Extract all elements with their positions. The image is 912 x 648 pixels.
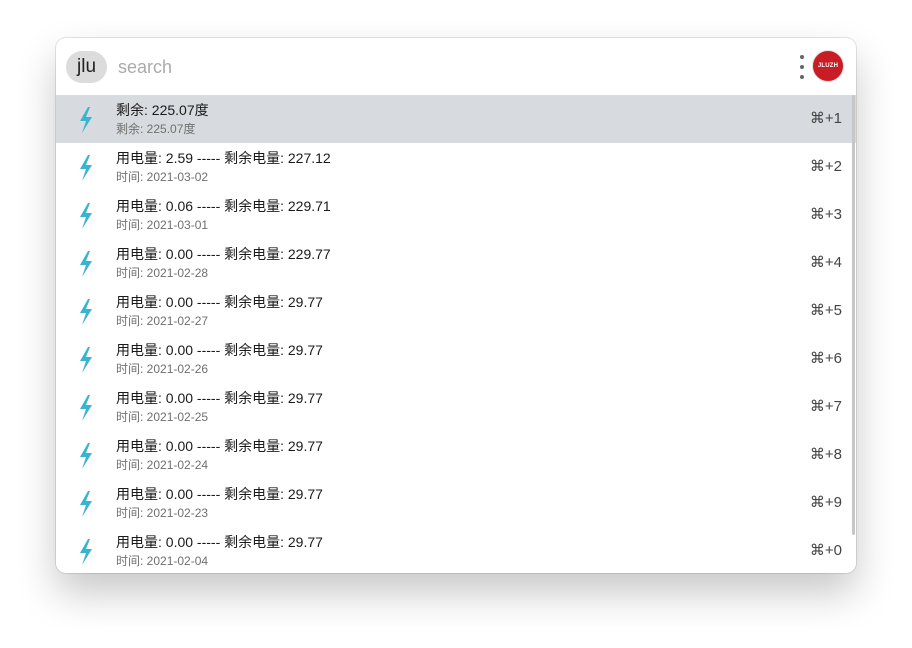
result-row[interactable]: 剩余: 225.07度 剩余: 225.07度 ⌘+1 bbox=[56, 95, 856, 143]
plugin-logo[interactable]: JLUZH bbox=[812, 50, 844, 82]
result-subtitle: 剩余: 225.07度 bbox=[116, 122, 196, 136]
search-input[interactable] bbox=[118, 52, 718, 82]
result-row[interactable]: 用电量: 2.59 ----- 剩余电量: 227.12 时间: 2021-03… bbox=[56, 143, 856, 191]
result-subtitle: 时间: 2021-02-28 bbox=[116, 266, 209, 280]
result-subtitle: 时间: 2021-02-27 bbox=[116, 314, 209, 328]
result-subtitle: 时间: 2021-02-24 bbox=[116, 458, 209, 472]
result-row[interactable]: 用电量: 0.00 ----- 剩余电量: 29.77 时间: 2021-02-… bbox=[56, 383, 856, 431]
result-title: 用电量: 0.00 ----- 剩余电量: 29.77 bbox=[116, 486, 323, 502]
result-row[interactable]: 用电量: 0.00 ----- 剩余电量: 29.77 时间: 2021-02-… bbox=[56, 527, 856, 573]
result-subtitle: 时间: 2021-03-02 bbox=[116, 170, 209, 184]
lightning-bolt-icon bbox=[80, 443, 92, 469]
lightning-bolt-icon bbox=[80, 539, 92, 565]
lightning-bolt-icon bbox=[80, 203, 92, 229]
result-title: 用电量: 0.00 ----- 剩余电量: 29.77 bbox=[116, 342, 323, 358]
result-subtitle: 时间: 2021-02-25 bbox=[116, 410, 209, 424]
search-bar: jlu JLUZH bbox=[56, 38, 856, 95]
lightning-bolt-icon bbox=[80, 347, 92, 373]
result-row[interactable]: 用电量: 0.00 ----- 剩余电量: 29.77 时间: 2021-02-… bbox=[56, 431, 856, 479]
result-subtitle: 时间: 2021-02-04 bbox=[116, 554, 209, 568]
launcher-window: jlu JLUZH 剩余: 225.07度 剩余: 225.07度 ⌘+1 用电… bbox=[56, 38, 856, 573]
result-shortcut: ⌘+9 bbox=[809, 494, 842, 511]
result-row[interactable]: 用电量: 0.00 ----- 剩余电量: 29.77 时间: 2021-02-… bbox=[56, 335, 856, 383]
result-shortcut: ⌘+3 bbox=[809, 206, 842, 223]
result-title: 剩余: 225.07度 bbox=[116, 102, 209, 118]
result-shortcut: ⌘+5 bbox=[809, 302, 842, 319]
result-title: 用电量: 0.00 ----- 剩余电量: 29.77 bbox=[116, 534, 323, 550]
result-row[interactable]: 用电量: 0.00 ----- 剩余电量: 29.77 时间: 2021-02-… bbox=[56, 479, 856, 527]
result-row[interactable]: 用电量: 0.00 ----- 剩余电量: 229.77 时间: 2021-02… bbox=[56, 239, 856, 287]
result-subtitle: 时间: 2021-02-23 bbox=[116, 506, 209, 520]
result-title: 用电量: 0.00 ----- 剩余电量: 29.77 bbox=[116, 390, 323, 406]
result-shortcut: ⌘+8 bbox=[809, 446, 842, 463]
result-title: 用电量: 2.59 ----- 剩余电量: 227.12 bbox=[116, 150, 331, 166]
result-shortcut: ⌘+2 bbox=[809, 158, 842, 175]
lightning-bolt-icon bbox=[80, 395, 92, 421]
result-row[interactable]: 用电量: 0.06 ----- 剩余电量: 229.71 时间: 2021-03… bbox=[56, 191, 856, 239]
lightning-bolt-icon bbox=[80, 299, 92, 325]
lightning-bolt-icon bbox=[80, 491, 92, 517]
result-row[interactable]: 用电量: 0.00 ----- 剩余电量: 29.77 时间: 2021-02-… bbox=[56, 287, 856, 335]
result-shortcut: ⌘+0 bbox=[809, 542, 842, 559]
lightning-bolt-icon bbox=[80, 107, 92, 133]
results-scrollbar[interactable] bbox=[852, 95, 855, 535]
result-shortcut: ⌘+6 bbox=[809, 350, 842, 367]
result-shortcut: ⌘+7 bbox=[809, 398, 842, 415]
result-shortcut: ⌘+4 bbox=[809, 254, 842, 271]
results-list: 剩余: 225.07度 剩余: 225.07度 ⌘+1 用电量: 2.59 --… bbox=[56, 95, 856, 573]
result-title: 用电量: 0.06 ----- 剩余电量: 229.71 bbox=[116, 198, 331, 214]
lightning-bolt-icon bbox=[80, 251, 92, 277]
result-subtitle: 时间: 2021-03-01 bbox=[116, 218, 209, 232]
more-options-icon[interactable] bbox=[799, 55, 805, 79]
plugin-prefix-tag[interactable]: jlu bbox=[66, 51, 108, 83]
result-subtitle: 时间: 2021-02-26 bbox=[116, 362, 209, 376]
result-title: 用电量: 0.00 ----- 剩余电量: 229.77 bbox=[116, 246, 331, 262]
result-title: 用电量: 0.00 ----- 剩余电量: 29.77 bbox=[116, 294, 323, 310]
result-title: 用电量: 0.00 ----- 剩余电量: 29.77 bbox=[116, 438, 323, 454]
lightning-bolt-icon bbox=[80, 155, 92, 181]
result-shortcut: ⌘+1 bbox=[809, 110, 842, 127]
